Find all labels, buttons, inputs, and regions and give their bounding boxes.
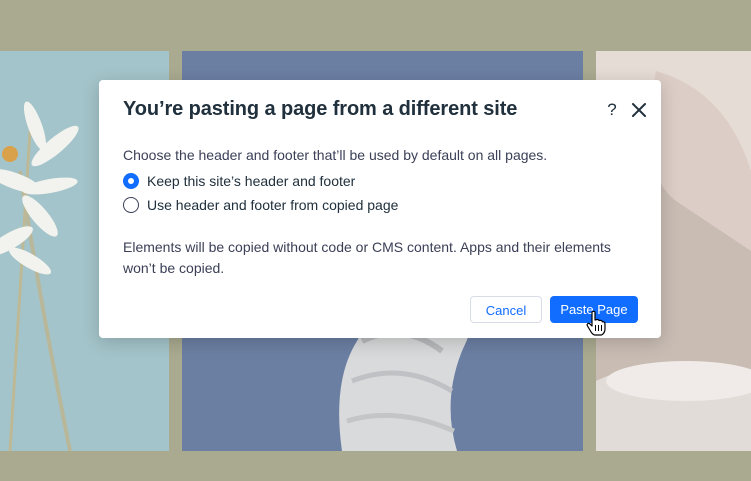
radio-option-keep-header-footer[interactable]: Keep this site’s header and footer	[123, 171, 355, 191]
radio-option-use-copied-header-footer[interactable]: Use header and footer from copied page	[123, 195, 398, 215]
close-icon[interactable]	[629, 100, 649, 120]
hand-pointer-icon	[585, 310, 607, 341]
radio-label: Use header and footer from copied page	[147, 197, 399, 213]
dialog-title: You’re pasting a page from a different s…	[123, 98, 518, 120]
dialog-subtitle: Choose the header and footer that’ll be …	[123, 147, 548, 163]
cancel-button[interactable]: Cancel	[470, 296, 542, 323]
radio-button-unselected[interactable]	[123, 197, 139, 213]
paste-page-dialog: You’re pasting a page from a different s…	[99, 80, 661, 338]
radio-button-selected[interactable]	[123, 173, 139, 189]
radio-label: Keep this site’s header and footer	[147, 173, 356, 189]
copy-notice: Elements will be copied without code or …	[123, 239, 611, 276]
question-mark-icon[interactable]: ?	[603, 99, 621, 121]
